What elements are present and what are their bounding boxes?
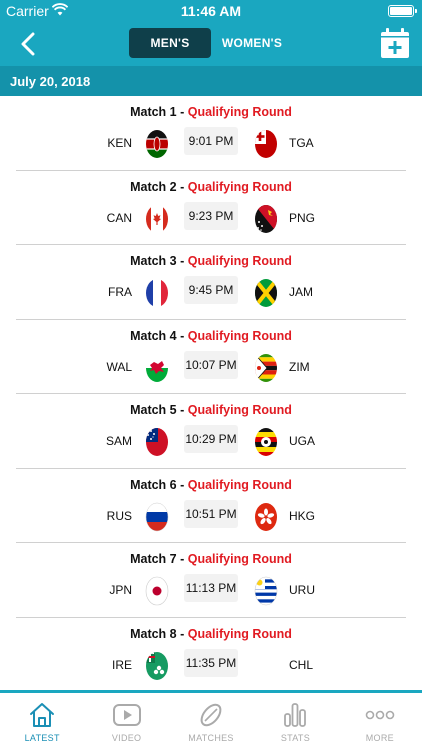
samoa-flag-icon — [145, 427, 169, 462]
battery-icon — [388, 5, 417, 17]
status-time: 11:46 AM — [180, 3, 242, 19]
tonga-flag-icon — [254, 129, 278, 164]
match-round: Qualifying Round — [187, 626, 292, 641]
match-row[interactable]: Match 5 - Qualifying Round SAM 10:29 PM … — [0, 394, 422, 469]
match-round: Qualifying Round — [187, 403, 292, 417]
wales-flag-icon — [145, 353, 169, 388]
match-title: Match 2 - Qualifying Round — [130, 179, 292, 194]
tab-bar: LATEST VIDEO MATCHES STATS MORE — [0, 690, 422, 750]
away-team-code: TGA — [289, 136, 314, 150]
home-team-code: RUS — [106, 508, 132, 523]
add-calendar-button[interactable] — [380, 27, 410, 59]
home-team-code: CAN — [106, 210, 132, 225]
match-time: 10:07 PM — [184, 350, 238, 379]
ireland-flag-icon — [145, 651, 169, 686]
gender-segmented-control: MEN'S WOMEN'S — [129, 28, 293, 58]
papua-new-guinea-flag-icon — [254, 204, 278, 239]
segment-mens[interactable]: MEN'S — [129, 28, 211, 58]
match-title: Match 3 - Qualifying Round — [130, 254, 292, 268]
match-round: Qualifying Round — [187, 179, 292, 194]
match-row[interactable]: Match 6 - Qualifying Round RUS 10:51 PM … — [0, 469, 422, 543]
chevron-left-icon — [21, 32, 35, 56]
home-team-code: SAM — [105, 434, 132, 448]
away-team-code: JAM — [289, 285, 313, 299]
match-time: 9:01 PM — [184, 127, 238, 155]
match-row[interactable]: Match 1 - Qualifying Round KEN 9:01 PM T… — [0, 96, 422, 171]
match-round: Qualifying Round — [187, 254, 292, 268]
match-title: Match 6 - Qualifying Round — [130, 477, 292, 492]
more-icon — [365, 701, 395, 729]
match-round: Qualifying Round — [187, 477, 292, 492]
match-row[interactable]: Match 4 - Qualifying Round WAL 10:07 PM … — [0, 320, 422, 394]
match-title: Match 4 - Qualifying Round — [130, 328, 292, 343]
kenya-flag-icon — [145, 129, 169, 164]
home-team-code: WAL — [106, 359, 132, 374]
tab-stats[interactable]: STATS — [253, 693, 337, 750]
home-team-code: IRE — [111, 657, 132, 672]
tab-latest[interactable]: LATEST — [0, 693, 84, 750]
tab-label: MORE — [365, 733, 394, 743]
uganda-flag-icon — [254, 427, 278, 462]
segment-womens[interactable]: WOMEN'S — [211, 28, 293, 58]
match-title: Match 5 - Qualifying Round — [130, 403, 292, 417]
bar-chart-icon — [281, 701, 309, 729]
tab-label: STATS — [280, 733, 310, 743]
japan-flag-icon — [145, 576, 169, 611]
hong-kong-flag-icon — [254, 502, 278, 537]
home-team-code: JPN — [109, 583, 132, 597]
away-team-code: CHL — [289, 657, 314, 672]
match-title: Match 8 - Qualifying Round — [130, 626, 292, 641]
away-team-code: PNG — [289, 210, 316, 225]
match-row[interactable]: Match 8 - Qualifying Round IRE 11:35 PM … — [0, 618, 422, 693]
canada-flag-icon — [145, 204, 169, 239]
match-time: 11:13 PM — [184, 574, 238, 602]
date-header: July 20, 2018 — [0, 66, 422, 96]
match-list: Match 1 - Qualifying Round KEN 9:01 PM T… — [0, 96, 422, 692]
away-team-code: URU — [289, 583, 315, 597]
status-bar: Carrier 11:46 AM — [0, 0, 422, 22]
russia-flag-icon — [145, 502, 169, 537]
match-round: Qualifying Round — [187, 552, 292, 566]
tab-more[interactable]: MORE — [338, 693, 422, 750]
tab-matches[interactable]: MATCHES — [169, 693, 253, 750]
calendar-add-icon — [381, 28, 409, 58]
home-icon — [28, 701, 56, 729]
france-flag-icon — [145, 278, 169, 313]
nav-bar: MEN'S WOMEN'S — [0, 22, 422, 66]
match-time: 9:45 PM — [184, 276, 238, 304]
tab-video[interactable]: VIDEO — [84, 693, 168, 750]
uruguay-flag-icon — [254, 576, 278, 611]
match-round: Qualifying Round — [187, 105, 292, 119]
away-team-code: HKG — [289, 508, 316, 523]
tab-label: MATCHES — [188, 733, 234, 743]
rugby-ball-icon — [197, 701, 225, 729]
home-team-code: FRA — [108, 285, 132, 299]
match-title: Match 7 - Qualifying Round — [130, 552, 292, 566]
match-time: 10:29 PM — [184, 425, 238, 453]
play-icon — [112, 701, 142, 729]
tab-label: LATEST — [24, 733, 60, 743]
home-team-code: KEN — [107, 136, 132, 150]
match-row[interactable]: Match 3 - Qualifying Round FRA 9:45 PM J… — [0, 245, 422, 320]
back-button[interactable] — [12, 28, 44, 60]
away-team-code: UGA — [289, 434, 316, 448]
match-time: 11:35 PM — [184, 648, 238, 677]
match-time: 10:51 PM — [184, 499, 238, 528]
match-time: 9:23 PM — [184, 201, 238, 230]
match-round: Qualifying Round — [187, 328, 292, 343]
match-title: Match 1 - Qualifying Round — [130, 105, 292, 119]
match-row[interactable]: Match 7 - Qualifying Round JPN 11:13 PM … — [0, 543, 422, 618]
tab-label: VIDEO — [111, 733, 142, 743]
jamaica-flag-icon — [254, 278, 278, 313]
zimbabwe-flag-icon — [254, 353, 278, 388]
match-row[interactable]: Match 2 - Qualifying Round CAN 9:23 PM P… — [0, 171, 422, 245]
away-team-code: ZIM — [289, 359, 310, 374]
